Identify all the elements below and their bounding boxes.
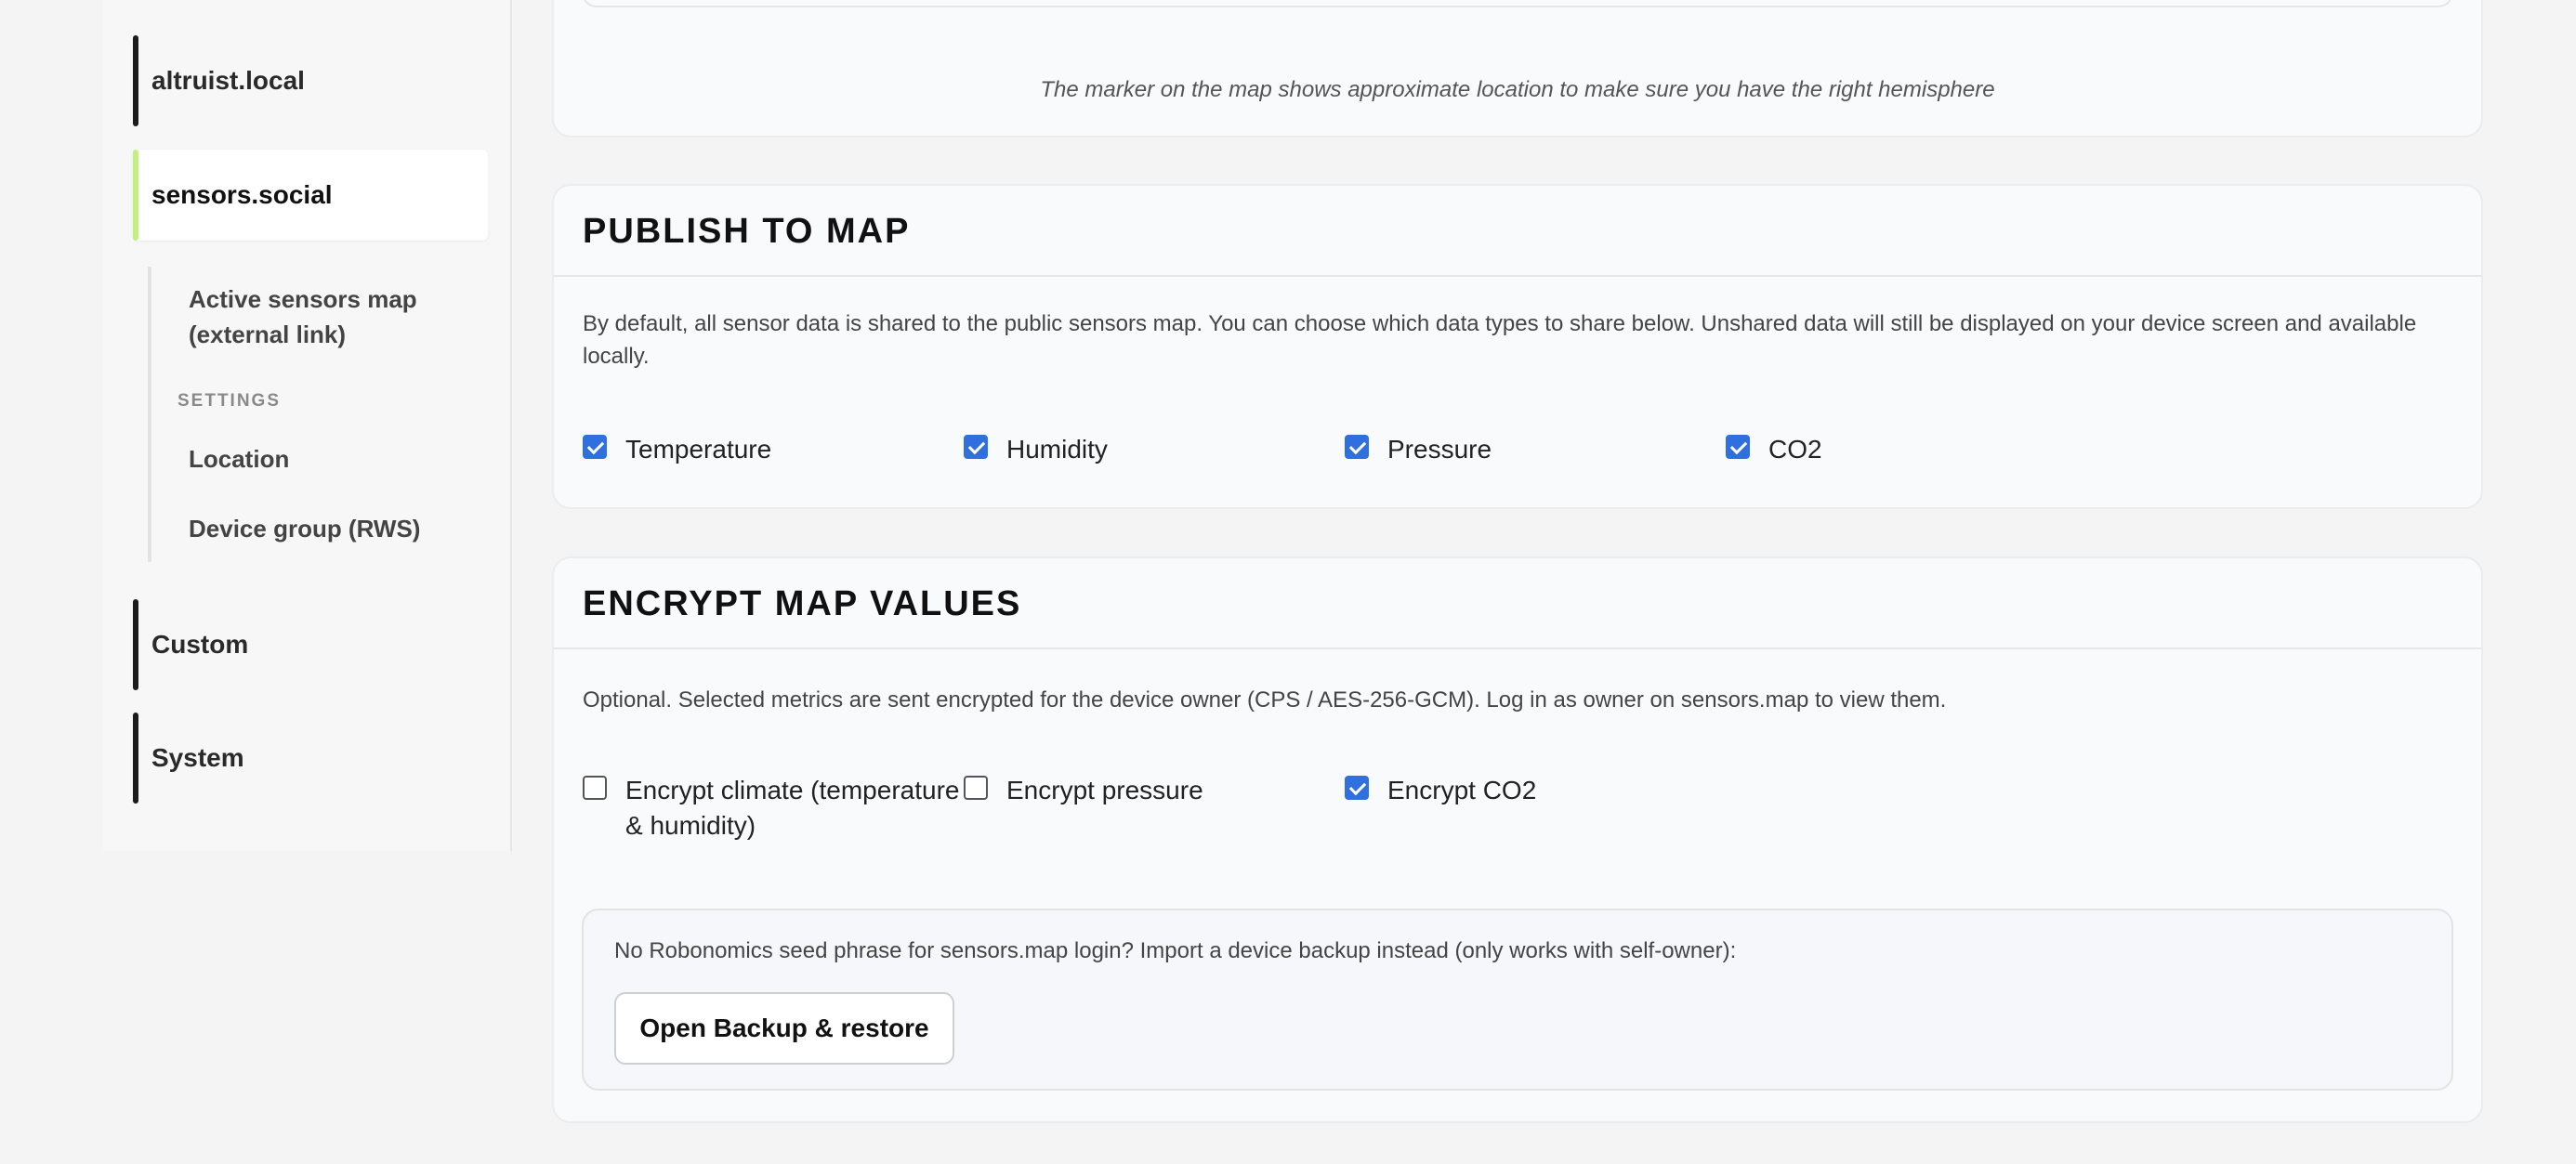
humidity-checkbox[interactable] (964, 435, 988, 459)
co2-checkbox[interactable] (1726, 435, 1750, 459)
location-map-note: The marker on the map shows approximate … (1040, 77, 1995, 102)
publish-options: Temperature Humidity Pressure CO2 (583, 432, 2107, 467)
checkbox-label: Humidity (1006, 435, 1108, 464)
encrypt-card-title: ENCRYPT MAP VALUES (583, 584, 1022, 623)
encrypt-option-climate[interactable]: Encrypt climate (temperature & humidity) (583, 773, 964, 844)
publish-card-title: PUBLISH TO MAP (583, 212, 911, 251)
publish-option-temperature[interactable]: Temperature (583, 432, 964, 467)
publish-to-map-card: PUBLISH TO MAP By default, all sensor da… (552, 184, 2483, 509)
encrypt-map-values-card: ENCRYPT MAP VALUES Optional. Selected me… (552, 556, 2483, 1123)
location-map-box (582, 0, 2453, 7)
encrypt-options: Encrypt climate (temperature & humidity)… (583, 773, 1726, 844)
checkbox-label: Encrypt pressure (1006, 776, 1203, 804)
sidebar-group-custom[interactable]: Custom (133, 599, 488, 690)
publish-option-humidity[interactable]: Humidity (964, 432, 1345, 467)
encrypt-pressure-checkbox[interactable] (964, 776, 988, 800)
sidebar-item-location[interactable]: Location (189, 441, 467, 477)
encrypt-option-co2[interactable]: Encrypt CO2 (1345, 773, 1726, 844)
card-header: PUBLISH TO MAP (554, 186, 2481, 277)
sidebar-group-altruist-local[interactable]: altruist.local (133, 35, 488, 126)
sidebar-item-active-sensors-map[interactable]: Active sensors map (external link) (189, 281, 467, 352)
sidebar-group-system[interactable]: System (133, 713, 488, 804)
checkbox-label: Pressure (1387, 435, 1492, 464)
checkbox-label: Temperature (625, 435, 772, 464)
sidebar-group-label: sensors.social (151, 180, 333, 209)
sidebar-group-sensors-social[interactable]: sensors.social (133, 150, 488, 241)
publish-option-co2[interactable]: CO2 (1726, 432, 2107, 467)
sidebar-group-label: Custom (151, 630, 249, 659)
sidebar: altruist.local sensors.social Active sen… (103, 0, 512, 851)
sidebar-group-label: altruist.local (151, 66, 305, 95)
checkbox-label: Encrypt CO2 (1387, 776, 1537, 804)
backup-import-box: No Robonomics seed phrase for sensors.ma… (582, 909, 2453, 1091)
encrypt-option-pressure[interactable]: Encrypt pressure (964, 773, 1345, 844)
temperature-checkbox[interactable] (583, 435, 607, 459)
publish-card-description: By default, all sensor data is shared to… (583, 311, 2417, 369)
checkbox-label: CO2 (1768, 435, 1822, 464)
pressure-checkbox[interactable] (1345, 435, 1369, 459)
sidebar-group-label: System (151, 743, 244, 772)
sidebar-item-device-group[interactable]: Device group (RWS) (189, 511, 467, 546)
open-backup-restore-button[interactable]: Open Backup & restore (614, 992, 954, 1065)
publish-option-pressure[interactable]: Pressure (1345, 432, 1726, 467)
encrypt-co2-checkbox[interactable] (1345, 776, 1369, 800)
encrypt-climate-checkbox[interactable] (583, 776, 607, 800)
backup-import-text: No Robonomics seed phrase for sensors.ma… (614, 938, 1737, 963)
checkbox-label: Encrypt climate (temperature & humidity) (625, 776, 960, 840)
location-card: The marker on the map shows approximate … (552, 0, 2483, 137)
sensors-social-subnav: Active sensors map (external link) SETTI… (148, 267, 482, 562)
card-header: ENCRYPT MAP VALUES (554, 558, 2481, 649)
encrypt-card-description: Optional. Selected metrics are sent encr… (583, 687, 1947, 713)
sidebar-settings-heading: SETTINGS (177, 391, 282, 411)
